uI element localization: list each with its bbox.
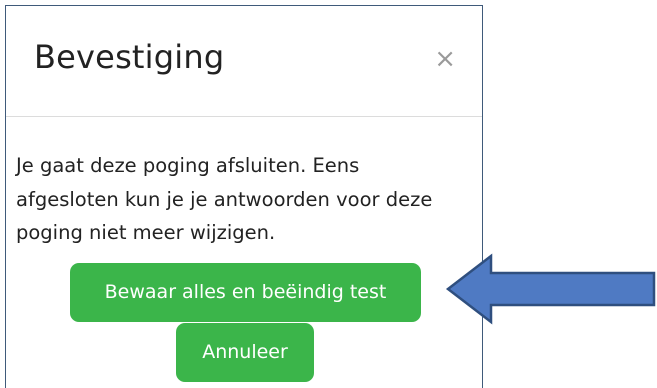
confirmation-dialog: Bevestiging × Je gaat deze poging afslui… — [5, 5, 483, 388]
dialog-body-text: Je gaat deze poging afsluiten. Eens afge… — [16, 154, 433, 244]
annotation-arrow-shape — [445, 253, 656, 325]
dialog-header: Bevestiging × — [6, 6, 482, 117]
close-icon[interactable]: × — [434, 46, 456, 72]
dialog-title: Bevestiging — [34, 38, 225, 76]
cancel-button[interactable]: Annuleer — [176, 323, 314, 382]
submit-all-and-finish-button[interactable]: Bewaar alles en beëindig test — [70, 263, 421, 322]
screenshot-canvas: Bevestiging × Je gaat deze poging afslui… — [0, 0, 657, 388]
annotation-arrow-icon — [445, 253, 656, 325]
